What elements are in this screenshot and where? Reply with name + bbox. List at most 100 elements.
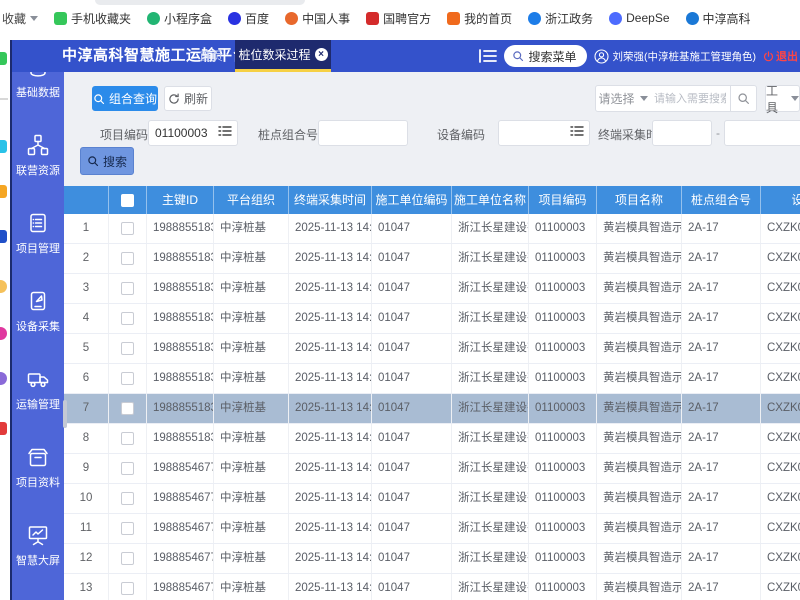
bookmark-label: 浙江政务 (545, 10, 593, 27)
sidebar-item-联营资源[interactable]: 联营资源 (12, 128, 64, 206)
row-checkbox[interactable] (121, 222, 134, 235)
row-checkbox[interactable] (121, 432, 134, 445)
address-bar-remnant (95, 0, 305, 5)
table-row[interactable]: 21988855183135...中淳桩基2025-11-13 14:2...0… (64, 244, 800, 274)
row-checkbox-cell (109, 484, 147, 513)
pile-group-input[interactable] (319, 121, 407, 145)
tab-close-icon[interactable]: × (315, 48, 328, 61)
cell-project_name: 黄岩模具智造示... (597, 214, 682, 243)
bookmark-item[interactable]: 手机收藏夹 (54, 10, 131, 27)
browser-side-panel (0, 40, 10, 600)
quick-search-input[interactable] (650, 86, 730, 111)
bookmark-label: 国聘官方 (383, 10, 431, 27)
cell-device: CXZK0... (761, 514, 800, 543)
bookmark-item[interactable]: 浙江政务 (528, 10, 593, 27)
table-row[interactable]: 101988854677852...中淳桩基2025-11-13 14:2...… (64, 484, 800, 514)
favorites-menu[interactable]: 收藏 (2, 10, 38, 27)
combined-query-button[interactable]: 组合查询 (92, 86, 158, 111)
tab-pile-data-collection[interactable]: 桩位数采过程 × (235, 40, 331, 72)
tab-home[interactable]: 首页 (182, 40, 240, 72)
table-row[interactable]: 11988855183144...中淳桩基2025-11-13 14:2...0… (64, 214, 800, 244)
truck-icon (27, 368, 49, 390)
table-row[interactable]: 31988855183131...中淳桩基2025-11-13 14:2...0… (64, 274, 800, 304)
table-row[interactable]: 91988854677860...中淳桩基2025-11-13 14:2...0… (64, 454, 800, 484)
logout-button[interactable]: 退出 (763, 48, 798, 64)
list-picker-icon[interactable] (218, 124, 232, 142)
cell-project_name: 黄岩模具智造示... (597, 244, 682, 273)
cell-unit_name: 浙江长星建设有... (452, 574, 529, 600)
collect-time-from-input[interactable] (653, 121, 711, 145)
bookmark-item[interactable]: 中淳高科 (686, 10, 751, 27)
cell-project_name: 黄岩模具智造示... (597, 394, 682, 423)
bookmark-item[interactable]: 我的首页 (447, 10, 512, 27)
column-header: 平台组织 (214, 186, 289, 214)
sidebar-nav: 基础数据联营资源项目管理设备采集运输管理项目资料智慧大屏 (12, 72, 64, 600)
cell-org: 中淳桩基 (214, 424, 289, 453)
row-checkbox[interactable] (121, 522, 134, 535)
cell-time: 2025-11-13 14:2... (289, 244, 372, 273)
sidebar-scrollbar-thumb[interactable] (63, 400, 67, 428)
device-code-input[interactable] (499, 121, 570, 145)
cell-device: CXZK0... (761, 454, 800, 483)
sidebar-item-项目管理[interactable]: 项目管理 (12, 206, 64, 284)
cell-device: CXZK0... (761, 544, 800, 573)
table-row[interactable]: 111988854677843...中淳桩基2025-11-13 14:1...… (64, 514, 800, 544)
cell-device: CXZK0... (761, 424, 800, 453)
bookmark-item[interactable]: 中国人事 (285, 10, 350, 27)
list-picker-icon[interactable] (570, 124, 584, 142)
row-checkbox[interactable] (121, 582, 134, 595)
row-number: 4 (64, 304, 109, 333)
row-checkbox[interactable] (121, 282, 134, 295)
table-row[interactable]: 121988854677835...中淳桩基2025-11-13 14:1...… (64, 544, 800, 574)
cell-unit_name: 浙江长星建设有... (452, 274, 529, 303)
row-checkbox[interactable] (121, 492, 134, 505)
sidebar-item-项目资料[interactable]: 项目资料 (12, 440, 64, 518)
row-checkbox[interactable] (121, 252, 134, 265)
cell-unit_name: 浙江长星建设有... (452, 214, 529, 243)
row-checkbox[interactable] (121, 372, 134, 385)
table-row[interactable]: 41988855183123...中淳桩基2025-11-13 14:2...0… (64, 304, 800, 334)
zhejiang-gov-icon (528, 12, 541, 25)
row-checkbox[interactable] (121, 342, 134, 355)
archive-box-icon (27, 446, 49, 468)
bookmark-item[interactable]: 国聘官方 (366, 10, 431, 27)
table-row[interactable]: 131988854677822...中淳桩基2025-11-13 14:1...… (64, 574, 800, 600)
sidebar-item-设备采集[interactable]: 设备采集 (12, 284, 64, 362)
row-number: 11 (64, 514, 109, 543)
collapse-menu-icon[interactable] (479, 49, 497, 63)
row-checkbox[interactable] (121, 312, 134, 325)
sidebar-item-运输管理[interactable]: 运输管理 (12, 362, 64, 440)
row-checkbox[interactable] (121, 402, 134, 415)
baidu-icon (228, 12, 241, 25)
project-code-input[interactable] (149, 121, 218, 145)
bookmark-item[interactable]: 百度 (228, 10, 269, 27)
table-row[interactable]: 81988855183093...中淳桩基2025-11-13 14:2...0… (64, 424, 800, 454)
table-row[interactable]: 71988855183102...中淳桩基2025-11-13 14:2...0… (64, 394, 800, 424)
search-button[interactable]: 搜索 (80, 147, 134, 175)
table-header-checkbox-cell (109, 186, 147, 214)
collect-time-to-input[interactable] (725, 121, 800, 145)
column-select-dropdown[interactable]: 请选择 (595, 85, 651, 112)
cell-unit_code: 01047 (372, 394, 452, 423)
cell-project_name: 黄岩模具智造示... (597, 274, 682, 303)
bookmark-item[interactable]: DeepSe (609, 11, 669, 25)
table-row[interactable]: 51988855183114...中淳桩基2025-11-13 14:2...0… (64, 334, 800, 364)
row-number: 13 (64, 574, 109, 600)
refresh-button[interactable]: 刷新 (164, 86, 212, 111)
cell-unit_code: 01047 (372, 484, 452, 513)
side-panel-icon (0, 185, 7, 198)
table-row[interactable]: 61988855183106...中淳桩基2025-11-13 14:2...0… (64, 364, 800, 394)
search-menu-button[interactable]: 搜索菜单 (504, 45, 586, 67)
quick-search-button[interactable] (730, 85, 757, 112)
tools-dropdown[interactable]: 工具 (765, 85, 800, 112)
network-icon (27, 134, 49, 156)
row-checkbox[interactable] (121, 552, 134, 565)
select-all-checkbox[interactable] (121, 194, 134, 207)
sidebar-item-智慧大屏[interactable]: 智慧大屏 (12, 518, 64, 596)
cell-unit_code: 01047 (372, 544, 452, 573)
row-checkbox-cell (109, 334, 147, 363)
cell-id: 1988855183123... (147, 304, 214, 333)
bookmark-item[interactable]: 小程序盒 (147, 10, 212, 27)
row-checkbox[interactable] (121, 462, 134, 475)
user-menu[interactable]: 刘荣强(中淳桩基施工管理角色) (594, 49, 757, 64)
